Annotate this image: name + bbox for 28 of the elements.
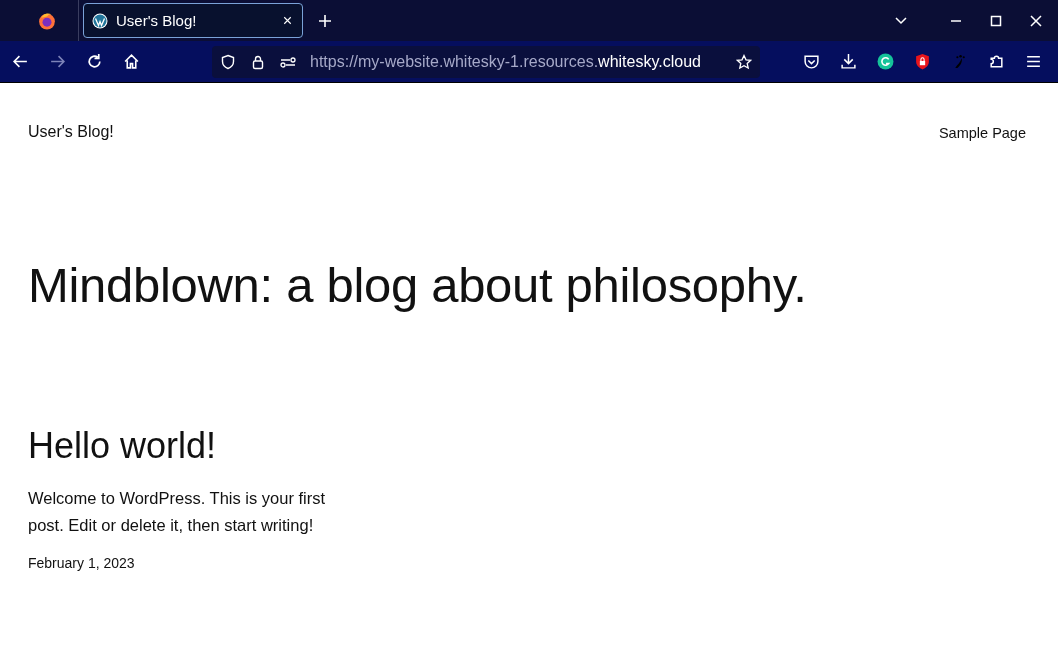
lock-icon[interactable]: [250, 53, 266, 70]
browser-logo-icon[interactable]: [38, 11, 56, 30]
tab-title: User's Blog!: [116, 12, 198, 29]
post-date: February 1, 2023: [28, 555, 136, 571]
menu-icon[interactable]: [1025, 53, 1042, 70]
new-tab-icon[interactable]: [317, 12, 333, 29]
forward-arrow-icon[interactable]: [49, 53, 66, 70]
star-icon[interactable]: [736, 53, 752, 70]
pocket-icon[interactable]: [803, 53, 820, 70]
back-arrow-icon[interactable]: [12, 53, 29, 70]
close-tab-icon[interactable]: [281, 14, 294, 27]
close-icon[interactable]: [1028, 12, 1044, 29]
url-text: https://my-website.whitesky-1.resources.whitesky.cloud: [310, 52, 701, 71]
shield-icon[interactable]: [220, 53, 236, 70]
download-icon[interactable]: [840, 53, 857, 70]
nav-link[interactable]: Sample Page: [938, 124, 1026, 141]
address-bar[interactable]: https://my-website.whitesky-1.resources.whitesky.cloud: [212, 45, 760, 78]
page-heading: Mindblown: a blog about philosophy.: [28, 257, 808, 313]
shield-lock-icon[interactable]: [914, 53, 931, 70]
site-logo-icon: [92, 12, 108, 29]
puzzle-icon[interactable]: [988, 53, 1005, 70]
browser-tab[interactable]: User's Blog!: [83, 3, 303, 38]
home-icon[interactable]: [123, 53, 140, 70]
post-title[interactable]: Hello world!: [28, 425, 1026, 467]
grammar-extension-icon[interactable]: [877, 53, 894, 70]
reload-icon[interactable]: [86, 53, 103, 70]
post-excerpt: Welcome to WordPress. This is your first post. Edit or delete it, then start writing!: [28, 488, 327, 536]
site-title[interactable]: User's Blog!: [28, 123, 114, 141]
